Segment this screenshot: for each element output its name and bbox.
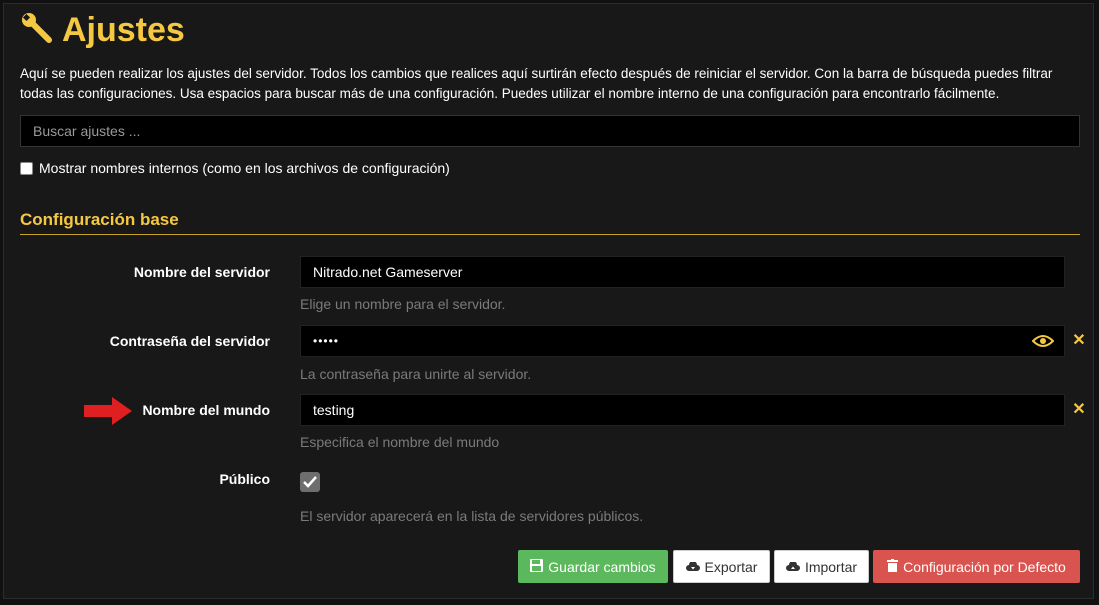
show-internal-checkbox[interactable] xyxy=(20,161,33,175)
clear-password-icon[interactable]: ✕ xyxy=(1072,333,1086,349)
world-name-help: Especifica el nombre del mundo xyxy=(300,434,500,450)
server-name-input[interactable]: Nitrado.net Gameserver xyxy=(300,256,1065,288)
default-config-label: Configuración por Defecto xyxy=(903,558,1066,575)
default-config-button[interactable]: Configuración por Defecto xyxy=(873,550,1080,583)
search-input[interactable] xyxy=(20,115,1080,147)
world-name-input[interactable]: testing xyxy=(300,394,1065,426)
import-label: Importar xyxy=(804,558,858,575)
page-title: Ajustes xyxy=(62,10,185,49)
export-button[interactable]: Exportar xyxy=(673,550,770,583)
import-button[interactable]: Importar xyxy=(774,550,869,583)
clear-world-name-icon[interactable]: ✕ xyxy=(1072,402,1086,418)
save-icon xyxy=(530,558,544,575)
save-button[interactable]: Guardar cambios xyxy=(518,550,668,583)
trash-icon xyxy=(887,558,899,575)
eye-icon[interactable] xyxy=(1031,334,1055,348)
section-title: Configuración base xyxy=(20,210,179,229)
server-name-help: Elige un nombre para el servidor. xyxy=(300,296,506,312)
show-internal-label: Mostrar nombres internos (como en los ar… xyxy=(39,160,450,176)
world-name-label: Nombre del mundo xyxy=(142,402,270,418)
server-name-label: Nombre del servidor xyxy=(133,264,270,280)
checkmark-icon xyxy=(303,476,317,488)
page-header: Ajustes xyxy=(20,8,185,52)
public-label: Público xyxy=(219,471,270,487)
show-internal-names-toggle[interactable]: Mostrar nombres internos (como en los ar… xyxy=(20,158,450,178)
section-divider xyxy=(20,234,1080,235)
cloud-download-icon xyxy=(685,559,700,575)
server-password-label: Contraseña del servidor xyxy=(109,333,270,349)
save-label: Guardar cambios xyxy=(548,558,656,575)
export-label: Exportar xyxy=(704,558,758,575)
server-password-value: ••••• xyxy=(313,334,340,348)
cloud-upload-icon xyxy=(785,559,800,575)
world-name-value: testing xyxy=(313,402,355,418)
intro-text: Aquí se pueden realizar los ajustes del … xyxy=(20,66,1053,101)
server-password-input[interactable]: ••••• xyxy=(300,325,1065,357)
public-checkbox[interactable] xyxy=(300,472,320,492)
public-help: El servidor aparecerá en la lista de ser… xyxy=(300,508,644,524)
wrench-icon xyxy=(20,11,54,50)
server-password-help: La contraseña para unirte al servidor. xyxy=(300,366,532,382)
server-name-value: Nitrado.net Gameserver xyxy=(313,264,463,280)
